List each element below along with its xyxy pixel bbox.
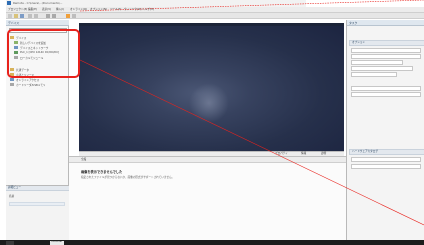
details-view-column-name: 名前 — [9, 195, 15, 198]
project-navigation-header: デバイス — [6, 20, 69, 26]
catalog-filter[interactable] — [351, 164, 421, 169]
details-view-title: 詳細ビュー — [8, 186, 21, 189]
options-section-header[interactable]: オプション — [349, 40, 424, 46]
go-offline-icon[interactable] — [72, 14, 76, 18]
menu-item-edit[interactable]: 編集(E) — [28, 8, 37, 12]
new-icon[interactable] — [8, 14, 12, 18]
menu-item-help[interactable]: ヘルプ(H) — [142, 8, 154, 12]
menu-item-options[interactable]: オプション(N) — [90, 8, 107, 12]
options-field-6[interactable] — [351, 86, 421, 91]
window-title: Remote - C:\Users\...\Documents\... — [13, 1, 63, 5]
task-cards-header: タスク — [347, 20, 424, 26]
app-icon — [7, 1, 11, 5]
undo-icon[interactable] — [28, 14, 32, 18]
details-view-header: 詳細ビュー — [6, 186, 69, 191]
download-icon[interactable] — [52, 14, 56, 18]
details-view: 詳細ビュー 名前 — [6, 185, 69, 240]
project-navigation-title: デバイス — [8, 20, 20, 25]
task-cards-pane: タスク オプション ハードウェアカタログ — [346, 20, 424, 240]
compile-icon[interactable] — [46, 14, 50, 18]
menu-item-insert[interactable]: 挿入(I) — [56, 8, 64, 12]
toolbar — [6, 13, 424, 19]
options-field-1[interactable] — [351, 48, 421, 53]
save-icon[interactable] — [20, 14, 24, 18]
viewer-toolbar — [79, 23, 344, 26]
catalog-section-header[interactable]: ハードウェアカタログ — [349, 149, 424, 155]
menu-item-tools[interactable]: ツール(T) — [110, 8, 121, 12]
open-icon[interactable] — [14, 14, 18, 18]
main-viewer — [79, 23, 344, 151]
options-field-7[interactable] — [351, 92, 421, 97]
info-heading: 画像を表示できませんでした — [81, 170, 123, 174]
task-cards-title: タスク — [349, 20, 358, 25]
options-field-4[interactable] — [351, 66, 413, 71]
options-field-3[interactable] — [351, 60, 403, 65]
start-button[interactable] — [6, 240, 14, 245]
redo-icon[interactable] — [34, 14, 38, 18]
menu-item-project[interactable]: プロジェクト(P) — [8, 8, 27, 12]
callout-highlight-box — [7, 29, 80, 78]
info-panel: 全般 画像を表示できませんでした 指定されたファイルが見つからないか、画像の形式… — [69, 156, 346, 240]
title-bar: Remote - C:\Users\...\Documents\... — [6, 0, 306, 7]
info-panel-tabbar: 全般 — [69, 157, 346, 163]
taskbar-item-label: TIA Portal — [51, 240, 62, 244]
menu-item-view[interactable]: 表示(V) — [42, 8, 51, 12]
menu-item-window[interactable]: ウィンドウ(W) — [124, 8, 142, 12]
go-online-icon[interactable] — [66, 14, 70, 18]
menu-item-online[interactable]: オンライン(O) — [70, 8, 87, 12]
catalog-section-title: ハードウェアカタログ — [352, 149, 378, 153]
options-field-5[interactable] — [351, 72, 397, 77]
online-access-icon — [10, 78, 14, 81]
catalog-search-input[interactable] — [351, 157, 421, 162]
options-section-title: オプション — [352, 40, 365, 44]
details-view-row[interactable] — [9, 202, 65, 206]
tab-general[interactable]: 全般 — [81, 158, 86, 162]
options-field-2[interactable] — [351, 54, 421, 59]
taskbar-item[interactable]: TIA Portal — [50, 240, 64, 245]
card-reader-icon — [10, 83, 14, 86]
info-body: 指定されたファイルが見つからないか、画像の形式がサポートされていません。 — [81, 176, 175, 179]
viewer-highlight — [189, 83, 229, 123]
